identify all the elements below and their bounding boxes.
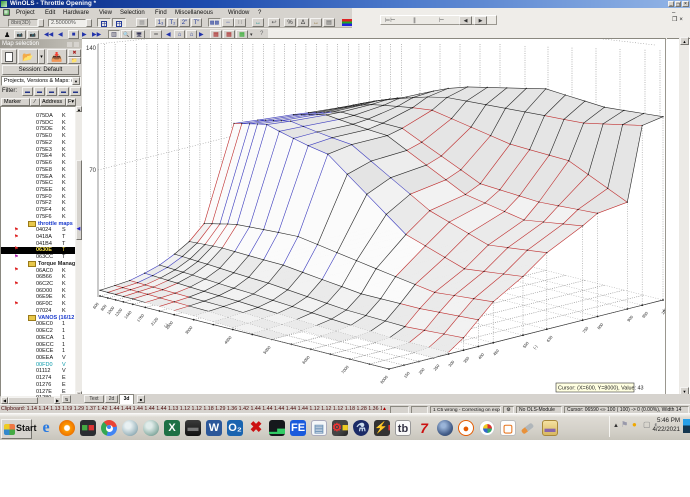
svg-text:800: 800 <box>596 321 605 330</box>
svg-text:750: 750 <box>581 325 590 334</box>
svg-text:4000: 4000 <box>223 334 233 345</box>
svg-text:102.5: 102.5 <box>662 308 666 313</box>
svg-text:950: 950 <box>641 310 650 319</box>
svg-text:550: 550 <box>522 340 531 349</box>
svg-text:3000: 3000 <box>184 325 194 336</box>
svg-text:1440: 1440 <box>123 309 133 320</box>
svg-text:Cursor: (X=600, Y=8000), Value: Cursor: (X=600, Y=8000), Value: 43 <box>558 386 644 392</box>
svg-text:6000: 6000 <box>301 354 311 365</box>
svg-text:900: 900 <box>626 314 635 323</box>
svg-text:200: 200 <box>417 366 426 375</box>
svg-text:250: 250 <box>432 363 441 372</box>
svg-text:140: 140 <box>86 46 97 52</box>
svg-text:70: 70 <box>89 168 96 174</box>
svg-text:5000: 5000 <box>262 344 272 355</box>
svg-text:350: 350 <box>462 355 471 364</box>
svg-text:300: 300 <box>447 359 456 368</box>
svg-text:1200: 1200 <box>114 307 124 318</box>
svg-text:2120: 2120 <box>150 316 160 327</box>
svg-text:150: 150 <box>403 370 412 379</box>
svg-text:8000: 8000 <box>379 374 389 385</box>
svg-text:(-): (-) <box>532 343 539 350</box>
svg-text:450: 450 <box>492 348 501 357</box>
svg-text:630: 630 <box>545 334 554 343</box>
svg-text:7000: 7000 <box>340 364 350 375</box>
svg-text:1760: 1760 <box>136 312 146 323</box>
svg-text:400: 400 <box>477 351 486 360</box>
